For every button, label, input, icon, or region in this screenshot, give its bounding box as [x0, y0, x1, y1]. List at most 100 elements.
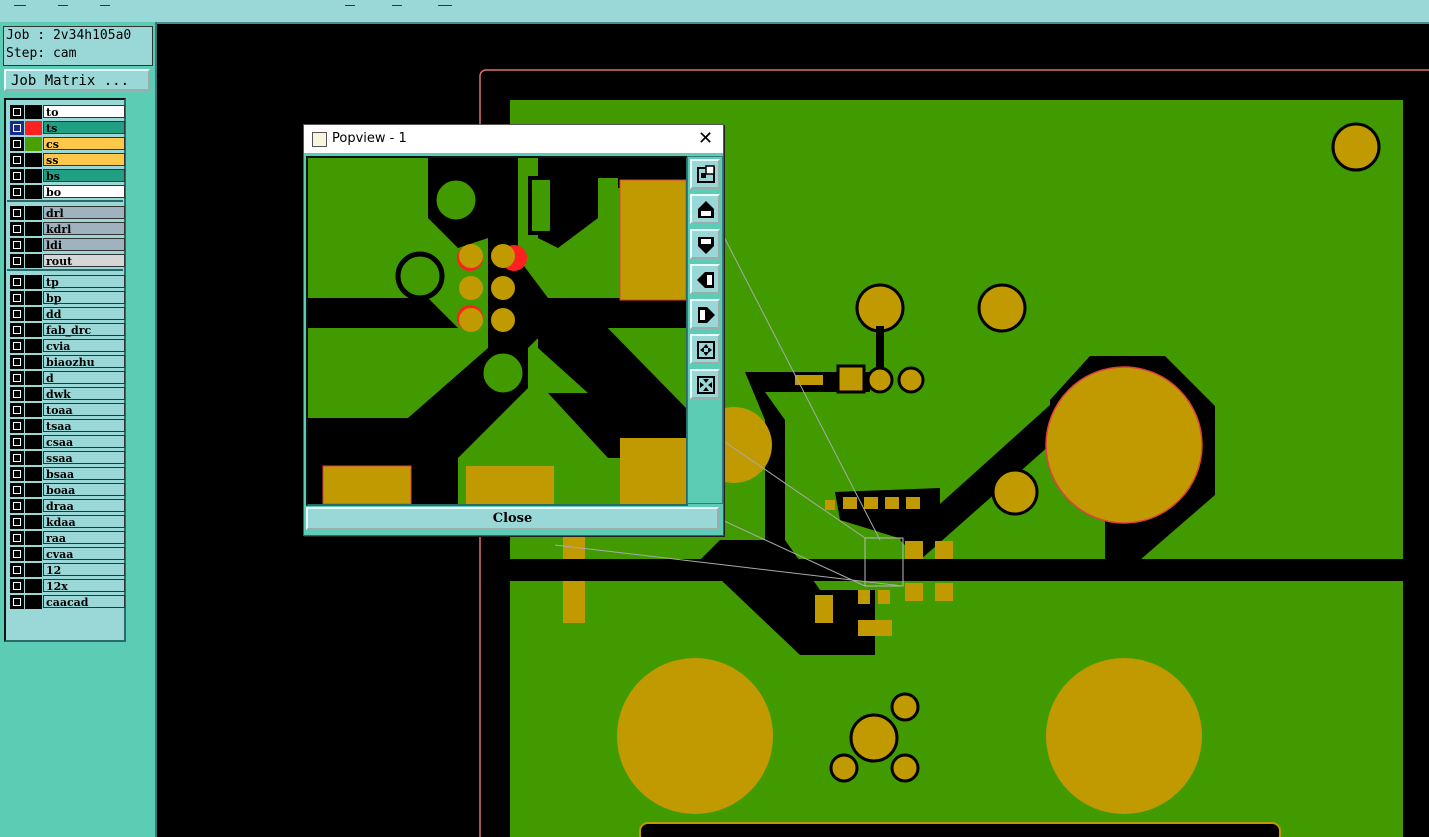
layer-checkbox[interactable] [10, 185, 24, 199]
layer-row-draa[interactable]: draa [9, 499, 125, 513]
layer-name[interactable]: draa [43, 499, 125, 513]
layer-row-bsaa[interactable]: bsaa [9, 467, 125, 481]
layer-row-ssaa[interactable]: ssaa [9, 451, 125, 465]
zoom-fit-button[interactable] [690, 159, 720, 189]
layer-checkbox[interactable] [10, 206, 24, 220]
layer-color-swatch[interactable] [25, 323, 42, 337]
layer-row-12x[interactable]: 12x [9, 579, 125, 593]
layer-color-swatch[interactable] [25, 238, 42, 252]
layer-row-12[interactable]: 12 [9, 563, 125, 577]
layer-color-swatch[interactable] [25, 206, 42, 220]
layer-color-swatch[interactable] [25, 563, 42, 577]
layer-name[interactable]: to [43, 105, 125, 119]
layer-checkbox[interactable] [10, 467, 24, 481]
layer-checkbox[interactable] [10, 222, 24, 236]
layer-name[interactable]: cs [43, 137, 125, 151]
layer-name[interactable]: bsaa [43, 467, 125, 481]
layer-checkbox[interactable] [10, 483, 24, 497]
layer-name[interactable]: dwk [43, 387, 125, 401]
layer-name[interactable]: tsaa [43, 419, 125, 433]
layer-checkbox[interactable] [10, 355, 24, 369]
layer-row-kdaa[interactable]: kdaa [9, 515, 125, 529]
layer-name[interactable]: bo [43, 185, 125, 199]
layer-row-ldi[interactable]: ldi [9, 238, 125, 252]
layer-checkbox[interactable] [10, 153, 24, 167]
layer-name[interactable]: 12 [43, 563, 125, 577]
layer-name[interactable]: kdaa [43, 515, 125, 529]
layer-color-swatch[interactable] [25, 499, 42, 513]
layer-row-raa[interactable]: raa [9, 531, 125, 545]
layer-name[interactable]: bs [43, 169, 125, 183]
layer-color-swatch[interactable] [25, 435, 42, 449]
layer-checkbox[interactable] [10, 121, 24, 135]
layer-row-cs[interactable]: cs [9, 137, 125, 151]
layer-row-cvaa[interactable]: cvaa [9, 547, 125, 561]
layer-checkbox[interactable] [10, 291, 24, 305]
layer-row-tsaa[interactable]: tsaa [9, 419, 125, 433]
layer-color-swatch[interactable] [25, 595, 42, 609]
layer-checkbox[interactable] [10, 137, 24, 151]
popview-window[interactable]: Popview - 1 ✕ Close [303, 124, 724, 536]
layer-row-kdrl[interactable]: kdrl [9, 222, 125, 236]
layer-row-dwk[interactable]: dwk [9, 387, 125, 401]
layer-name[interactable]: biaozhu [43, 355, 125, 369]
layer-name[interactable]: ssaa [43, 451, 125, 465]
layer-name[interactable]: 12x [43, 579, 125, 593]
layer-checkbox[interactable] [10, 579, 24, 593]
pan-left-button[interactable] [690, 264, 720, 294]
layer-color-swatch[interactable] [25, 254, 42, 268]
layer-row-to[interactable]: to [9, 105, 125, 119]
layer-color-swatch[interactable] [25, 153, 42, 167]
layer-checkbox[interactable] [10, 499, 24, 513]
layer-color-swatch[interactable] [25, 339, 42, 353]
zoom-in-button[interactable] [690, 334, 720, 364]
close-button[interactable]: Close [306, 507, 719, 530]
layer-name[interactable]: ts [43, 121, 125, 135]
layer-name[interactable]: raa [43, 531, 125, 545]
layer-name[interactable]: caacad [43, 595, 125, 609]
layer-row-ss[interactable]: ss [9, 153, 125, 167]
layer-row-boaa[interactable]: boaa [9, 483, 125, 497]
close-icon[interactable]: ✕ [698, 128, 713, 149]
layer-color-swatch[interactable] [25, 547, 42, 561]
layer-checkbox[interactable] [10, 531, 24, 545]
layer-row-d[interactable]: d [9, 371, 125, 385]
layer-name[interactable]: bp [43, 291, 125, 305]
layer-checkbox[interactable] [10, 515, 24, 529]
layer-color-swatch[interactable] [25, 515, 42, 529]
layer-checkbox[interactable] [10, 387, 24, 401]
layer-color-swatch[interactable] [25, 579, 42, 593]
layer-name[interactable]: d [43, 371, 125, 385]
layer-row-bo[interactable]: bo [9, 185, 125, 199]
layer-color-swatch[interactable] [25, 291, 42, 305]
popview-titlebar[interactable]: Popview - 1 ✕ [304, 125, 723, 153]
layer-color-swatch[interactable] [25, 531, 42, 545]
pan-right-button[interactable] [690, 299, 720, 329]
layer-checkbox[interactable] [10, 371, 24, 385]
layer-checkbox[interactable] [10, 451, 24, 465]
layer-checkbox[interactable] [10, 339, 24, 353]
layer-row-csaa[interactable]: csaa [9, 435, 125, 449]
layer-row-bp[interactable]: bp [9, 291, 125, 305]
layer-color-swatch[interactable] [25, 185, 42, 199]
layer-name[interactable]: cvaa [43, 547, 125, 561]
layer-name[interactable]: drl [43, 206, 125, 220]
layer-row-drl[interactable]: drl [9, 206, 125, 220]
layer-checkbox[interactable] [10, 595, 24, 609]
layer-color-swatch[interactable] [25, 419, 42, 433]
layer-checkbox[interactable] [10, 105, 24, 119]
layer-row-rout[interactable]: rout [9, 254, 125, 268]
layer-row-toaa[interactable]: toaa [9, 403, 125, 417]
layer-checkbox[interactable] [10, 275, 24, 289]
layer-checkbox[interactable] [10, 547, 24, 561]
layer-name[interactable]: dd [43, 307, 125, 321]
layer-row-fab_drc[interactable]: fab_drc [9, 323, 125, 337]
layer-name[interactable]: ss [43, 153, 125, 167]
layer-checkbox[interactable] [10, 307, 24, 321]
layer-checkbox[interactable] [10, 419, 24, 433]
layer-color-swatch[interactable] [25, 275, 42, 289]
layer-row-bs[interactable]: bs [9, 169, 125, 183]
layer-row-tp[interactable]: tp [9, 275, 125, 289]
zoom-out-button[interactable] [690, 369, 720, 399]
layer-row-cvia[interactable]: cvia [9, 339, 125, 353]
